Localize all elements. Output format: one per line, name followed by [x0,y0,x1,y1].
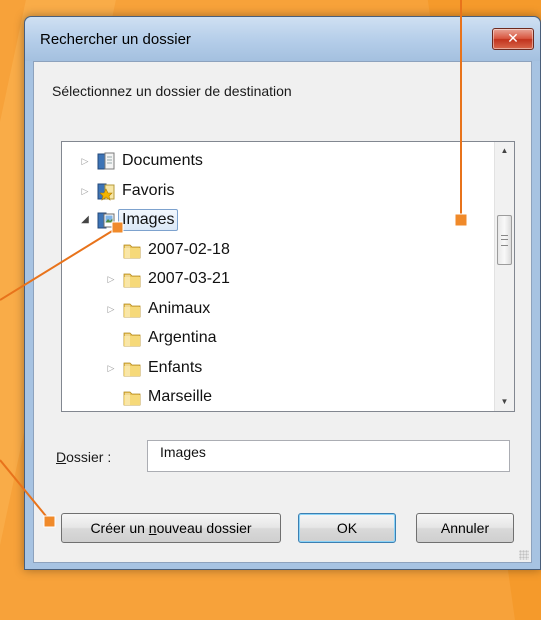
scroll-thumb[interactable] [497,215,512,265]
tree-item[interactable]: ◢ Images [80,208,470,232]
folder-label-rest: ossier : [66,449,112,465]
tree-item[interactable]: Argentina [106,326,496,350]
folder-name-input[interactable] [147,440,510,472]
tree-item[interactable]: 2007-02-18 [106,238,496,262]
scroll-up-icon[interactable]: ▲ [495,142,514,160]
vertical-scrollbar[interactable]: ▲ ▼ [494,142,514,411]
collapse-arrow-icon[interactable]: ◢ [80,213,90,227]
new-folder-label-end: ouveau dossier [156,520,252,536]
folder-icon [122,269,142,289]
ok-button[interactable]: OK [298,513,396,543]
tree-item[interactable]: ▷ Documents [80,149,470,173]
documents-library-icon [96,151,116,171]
new-folder-accesskey: n [148,520,157,536]
instruction-text: Sélectionnez un dossier de destination [52,83,292,99]
tree-item-label: Enfants [148,358,203,376]
folder-tree[interactable]: ▷ Documents ▷ Favoris ◢ Images 2007-02-18 ▷ 2007… [61,141,515,412]
favorites-star-icon [96,181,116,201]
tree-item-label: Favoris [122,181,175,199]
grip-icon [501,235,508,246]
folder-icon [122,328,142,348]
folder-label-accesskey: D [56,449,67,465]
expand-arrow-icon[interactable]: ▷ [80,154,90,168]
tree-item-label: Argentina [148,329,217,346]
folder-icon [122,299,142,319]
new-folder-label-start: Créer un [90,520,149,536]
tree-item-label: Images [118,209,179,231]
tree-item[interactable]: ▷ Animaux [106,297,496,321]
dialog-title: Rechercher un dossier [40,31,191,48]
tree-item-label: 2007-03-21 [148,270,230,287]
tree-item[interactable]: ▷ Enfants [106,356,496,380]
expand-arrow-icon[interactable]: ▷ [80,184,90,198]
browse-folder-dialog: Rechercher un dossier ✕ Sélectionnez un … [24,16,541,570]
dialog-body: Sélectionnez un dossier de destination ▷… [33,61,532,563]
tree-item[interactable]: ▷ 2007-03-21 [106,267,496,291]
expand-arrow-icon[interactable]: ▷ [106,302,116,316]
tree-item[interactable]: ▷ Favoris [80,179,470,203]
resize-grip-icon[interactable] [519,550,529,560]
folder-icon [122,358,142,378]
expand-arrow-icon[interactable]: ▷ [106,272,116,286]
folder-icon [122,240,142,260]
scroll-down-icon[interactable]: ▼ [495,393,514,411]
new-folder-button[interactable]: Créer un nouveau dossier [61,513,281,543]
tree-item-label: Documents [122,152,203,169]
tree-item-label: Marseille [148,388,213,405]
tree-item[interactable]: Marseille [106,385,496,409]
folder-field-label: Dossier : [56,449,111,465]
close-button[interactable]: ✕ [492,28,534,50]
expand-arrow-icon[interactable]: ▷ [106,361,116,375]
pictures-library-icon [96,210,116,230]
cancel-button[interactable]: Annuler [416,513,514,543]
close-icon: ✕ [507,31,519,47]
tree-item-label: 2007-02-18 [148,240,230,258]
folder-icon [122,387,142,407]
tree-item-label: Animaux [148,299,211,317]
